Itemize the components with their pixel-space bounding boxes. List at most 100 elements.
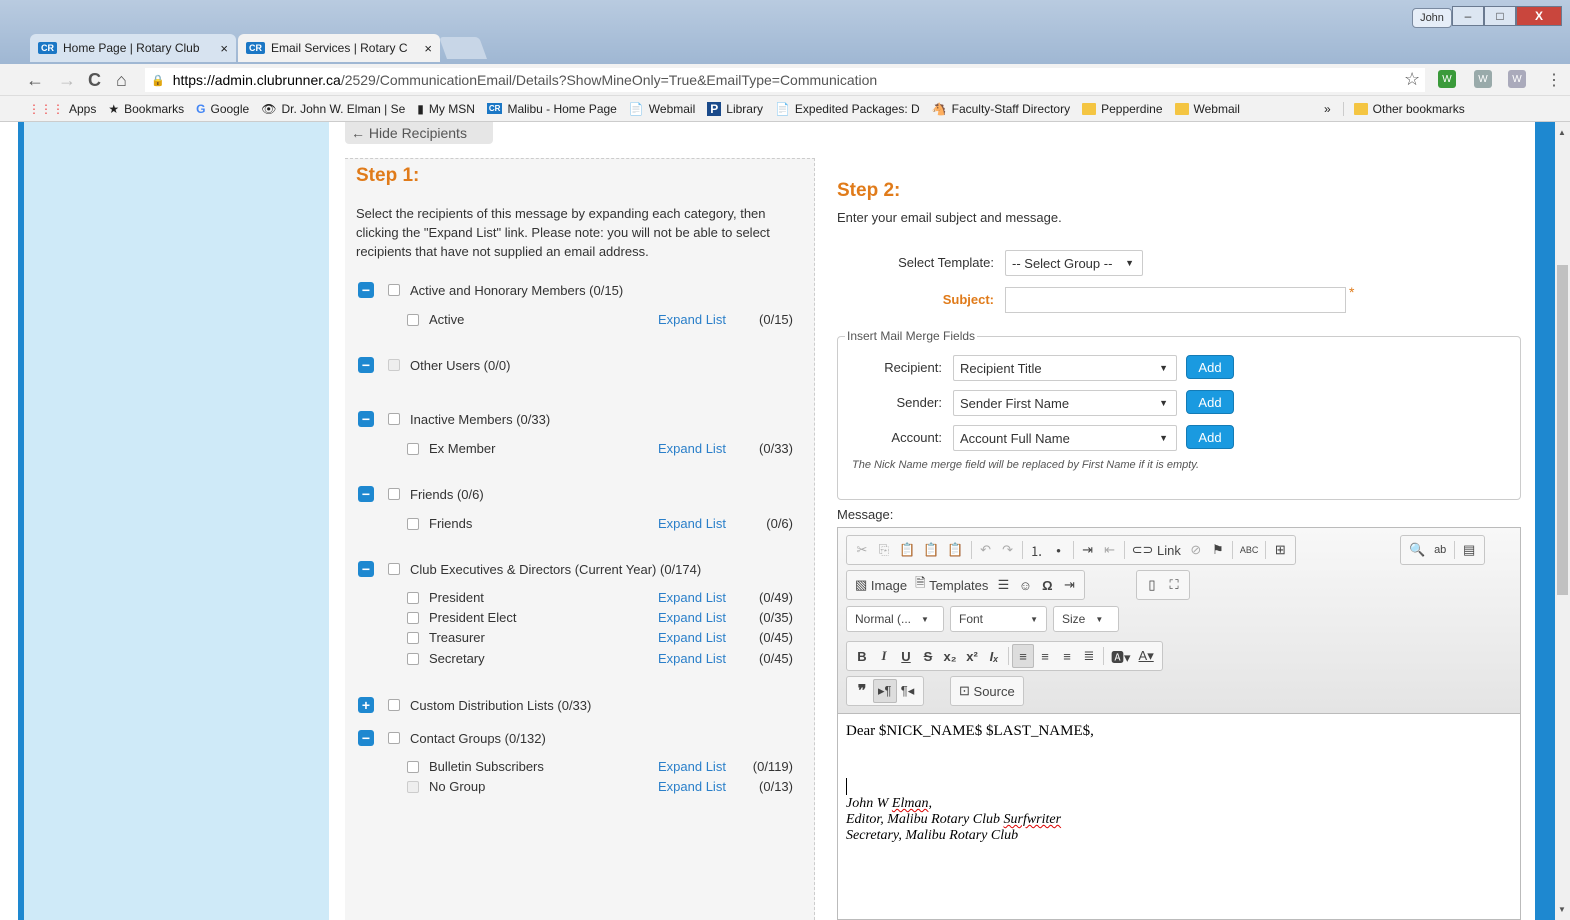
- bookmark-google[interactable]: G Google: [196, 102, 249, 116]
- editor-content[interactable]: Dear $NICK_NAME$ $LAST_NAME$, John W Elm…: [846, 723, 1516, 844]
- bookmark-bookmarks[interactable]: ★ Bookmarks: [108, 102, 184, 116]
- strikethrough-icon[interactable]: S: [917, 644, 939, 668]
- category-checkbox[interactable]: [388, 488, 400, 500]
- tab-email-services[interactable]: CR Email Services | Rotary C ×: [238, 34, 440, 62]
- collapse-icon[interactable]: −: [358, 282, 374, 298]
- profile-button[interactable]: John: [1412, 8, 1452, 28]
- text-color-icon[interactable]: A▾: [1135, 644, 1158, 668]
- more-bookmarks-button[interactable]: »: [1324, 102, 1331, 116]
- hide-recipients-button[interactable]: ← Hide Recipients: [345, 122, 493, 144]
- expand-list-link[interactable]: Expand List: [658, 759, 726, 774]
- close-tab-icon[interactable]: ×: [424, 41, 432, 56]
- ltr-icon[interactable]: ▸¶: [873, 679, 897, 703]
- copy-icon[interactable]: ⎘: [873, 538, 895, 562]
- item-checkbox[interactable]: [407, 313, 419, 326]
- item-checkbox[interactable]: [407, 517, 419, 530]
- page-break-icon[interactable]: ⇥: [1058, 573, 1080, 597]
- bookmark-faculty[interactable]: 🐴 Faculty-Staff Directory: [932, 102, 1070, 116]
- sender-field-select[interactable]: Sender First Name ▼: [953, 390, 1177, 416]
- category-checkbox[interactable]: [388, 732, 400, 744]
- collapse-icon[interactable]: −: [358, 730, 374, 746]
- underline-icon[interactable]: U: [895, 644, 917, 668]
- home-icon[interactable]: ⌂: [116, 70, 127, 91]
- extension-icon[interactable]: W: [1474, 70, 1492, 88]
- undo-icon[interactable]: ↶: [975, 538, 997, 562]
- maximize-icon[interactable]: ⛶: [1163, 573, 1185, 597]
- numbered-list-icon[interactable]: ⒈: [1026, 538, 1048, 562]
- item-checkbox[interactable]: [407, 611, 419, 624]
- template-select[interactable]: -- Select Group -- ▼: [1005, 250, 1143, 276]
- superscript-icon[interactable]: x²: [961, 644, 983, 668]
- unlink-icon[interactable]: ⊘: [1185, 538, 1207, 562]
- rtl-icon[interactable]: ¶◂: [897, 679, 919, 703]
- outdent-icon[interactable]: ⇤: [1099, 538, 1121, 562]
- minimize-button[interactable]: –: [1452, 6, 1484, 26]
- bookmark-msn[interactable]: ▮ My MSN: [417, 102, 475, 116]
- collapse-icon[interactable]: −: [358, 411, 374, 427]
- collapse-icon[interactable]: −: [358, 357, 374, 373]
- anchor-flag-icon[interactable]: ⚑: [1207, 538, 1229, 562]
- align-center-icon[interactable]: ≡: [1034, 644, 1056, 668]
- bookmark-library[interactable]: P Library: [707, 101, 763, 116]
- tab-home-page[interactable]: CR Home Page | Rotary Club ×: [30, 34, 236, 62]
- bulleted-list-icon[interactable]: •: [1048, 538, 1070, 562]
- close-window-button[interactable]: X: [1516, 6, 1562, 26]
- expand-list-link[interactable]: Expand List: [658, 779, 726, 794]
- item-checkbox[interactable]: [407, 760, 419, 773]
- special-char-icon[interactable]: Ω: [1036, 573, 1058, 597]
- bookmark-webmail-folder[interactable]: Webmail: [1174, 102, 1240, 116]
- paste-word-icon[interactable]: 📋: [943, 538, 967, 562]
- scroll-down-icon[interactable]: ▼: [1558, 905, 1566, 914]
- add-sender-button[interactable]: Add: [1186, 390, 1234, 414]
- bookmark-malibu[interactable]: CR Malibu - Home Page: [486, 102, 617, 116]
- format-combo[interactable]: Normal (... ▼: [846, 606, 944, 632]
- scrollbar-thumb[interactable]: [1557, 265, 1568, 595]
- table-icon[interactable]: ⊞: [1269, 538, 1291, 562]
- link-button[interactable]: ⊂⊃ Link: [1128, 538, 1185, 562]
- item-checkbox[interactable]: [407, 780, 419, 793]
- forward-icon[interactable]: →: [58, 70, 76, 91]
- maximize-button[interactable]: □: [1484, 6, 1516, 26]
- bookmark-star-icon[interactable]: ☆: [1404, 69, 1420, 90]
- subscript-icon[interactable]: x₂: [939, 644, 961, 668]
- align-left-icon[interactable]: ≡: [1012, 644, 1034, 668]
- paste-text-icon[interactable]: 📋: [919, 538, 943, 562]
- back-icon[interactable]: ←: [26, 70, 44, 91]
- scroll-up-icon[interactable]: ▲: [1558, 128, 1566, 137]
- templates-button[interactable]: 🗎 Templates: [911, 573, 992, 597]
- recipient-field-select[interactable]: Recipient Title ▼: [953, 355, 1177, 381]
- category-checkbox[interactable]: [388, 699, 400, 711]
- bookmark-expedited[interactable]: 📄 Expedited Packages: D: [775, 102, 920, 116]
- cut-icon[interactable]: ✂: [851, 538, 873, 562]
- expand-list-link[interactable]: Expand List: [658, 441, 726, 456]
- item-checkbox[interactable]: [407, 652, 419, 665]
- close-tab-icon[interactable]: ×: [220, 41, 228, 56]
- select-all-icon[interactable]: ▤: [1458, 538, 1480, 562]
- expand-list-link[interactable]: Expand List: [658, 651, 726, 666]
- source-button[interactable]: ⊡ Source: [955, 679, 1019, 703]
- expand-list-link[interactable]: Expand List: [658, 516, 726, 531]
- image-button[interactable]: ▧ Image: [851, 573, 911, 597]
- account-field-select[interactable]: Account Full Name ▼: [953, 425, 1177, 451]
- bookmark-webmail[interactable]: 📄 Webmail: [629, 102, 695, 116]
- align-right-icon[interactable]: ≡: [1056, 644, 1078, 668]
- menu-icon[interactable]: ⋮: [1546, 70, 1562, 90]
- indent-icon[interactable]: ⇥: [1077, 538, 1099, 562]
- category-checkbox[interactable]: [388, 563, 400, 575]
- item-checkbox[interactable]: [407, 442, 419, 455]
- bookmark-elman[interactable]: 👁 Dr. John W. Elman | Se: [261, 102, 405, 116]
- font-combo[interactable]: Font ▼: [950, 606, 1047, 632]
- url-field[interactable]: 🔒 https://admin.clubrunner.ca /2529/Comm…: [145, 68, 1425, 92]
- remove-format-icon[interactable]: Iₓ: [983, 644, 1005, 668]
- size-combo[interactable]: Size ▼: [1053, 606, 1119, 632]
- subject-input[interactable]: [1005, 287, 1346, 313]
- extension-icon[interactable]: W: [1508, 70, 1526, 88]
- expand-list-link[interactable]: Expand List: [658, 312, 726, 327]
- reload-icon[interactable]: C: [88, 70, 101, 91]
- bookmark-apps[interactable]: ⋮⋮⋮ Apps: [28, 102, 96, 116]
- replace-icon[interactable]: ab: [1429, 538, 1451, 562]
- show-blocks-icon[interactable]: ▯: [1141, 573, 1163, 597]
- expand-list-link[interactable]: Expand List: [658, 630, 726, 645]
- add-recipient-button[interactable]: Add: [1186, 355, 1234, 379]
- bookmark-pepperdine[interactable]: Pepperdine: [1082, 102, 1163, 116]
